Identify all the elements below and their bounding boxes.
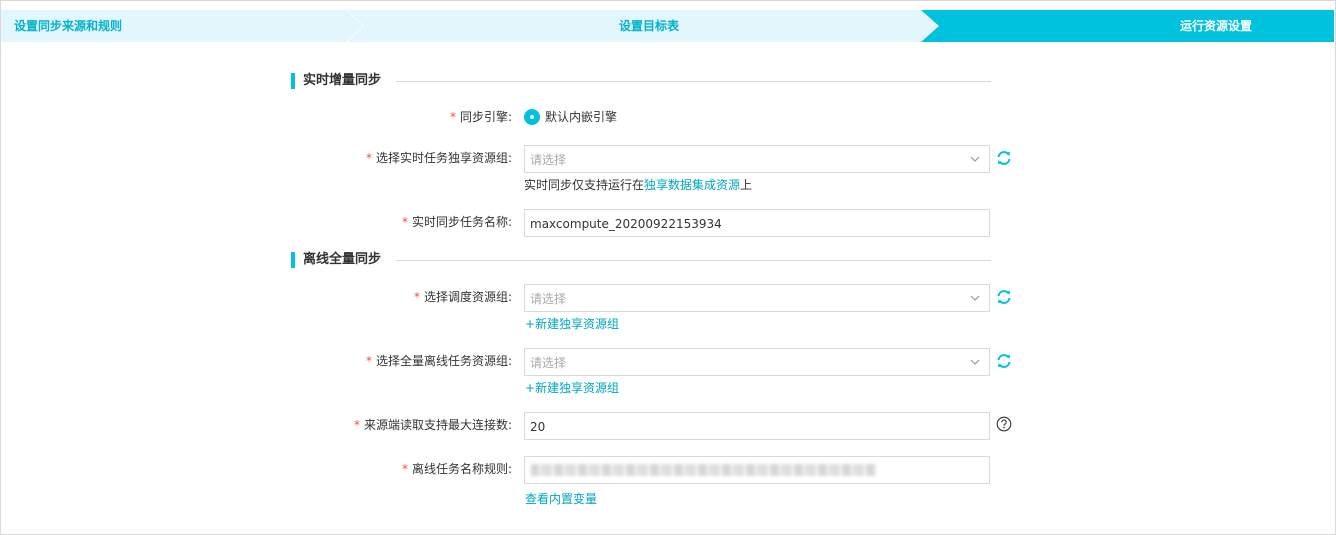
label-text: 实时同步任务名称: [411, 215, 512, 229]
required-mark: * [365, 151, 372, 165]
engine-option-label: 默认内嵌引擎 [545, 110, 618, 124]
required-mark: * [413, 290, 420, 304]
engine-label: * 同步引擎: [212, 109, 512, 125]
label-text: 同步引擎: [459, 110, 512, 124]
exclusive-resource-link[interactable]: 独享数据集成资源 [644, 178, 740, 192]
realtime-hint: 实时同步仅支持运行在独享数据集成资源上 [524, 177, 752, 193]
select-placeholder: 请选择 [530, 292, 567, 306]
redacted-value [531, 464, 876, 476]
refresh-icon[interactable] [995, 352, 1013, 370]
step-run-resources[interactable]: 运行资源设置 [921, 10, 1334, 42]
section-divider [396, 81, 991, 82]
new-exclusive-group-link[interactable]: +新建独享资源组 [525, 380, 619, 396]
refresh-icon[interactable] [995, 149, 1013, 167]
task-name-rule-input[interactable] [524, 456, 990, 484]
step-label: 运行资源设置 [1180, 19, 1253, 33]
help-icon[interactable] [996, 416, 1012, 432]
hint-text: 上 [740, 178, 753, 192]
label-text: 选择全量离线任务资源组: [375, 354, 512, 368]
new-exclusive-group-link[interactable]: +新建独享资源组 [525, 316, 619, 332]
section-accent-bar [291, 252, 295, 268]
section-title: 离线全量同步 [303, 252, 382, 267]
engine-radio[interactable] [524, 109, 540, 125]
refresh-icon[interactable] [995, 288, 1013, 306]
max-connections-label: * 来源端读取支持最大连接数: [212, 417, 512, 433]
step-target-table[interactable]: 设置目标表 [347, 10, 941, 42]
select-placeholder: 请选择 [530, 153, 567, 167]
section-title: 实时增量同步 [303, 73, 382, 88]
task-name-rule-label: * 离线任务名称规则: [212, 461, 512, 477]
realtime-resource-group-label: * 选择实时任务独享资源组: [212, 150, 512, 166]
hint-text: 实时同步仅支持运行在 [524, 178, 645, 192]
label-text: 离线任务名称规则: [411, 462, 512, 476]
required-mark: * [401, 215, 408, 229]
label-text: 来源端读取支持最大连接数: [363, 418, 512, 432]
label-text: 选择调度资源组: [423, 290, 512, 304]
input-value: 20 [530, 420, 546, 434]
required-mark: * [449, 110, 456, 124]
schedule-resource-group-label: * 选择调度资源组: [212, 289, 512, 305]
schedule-resource-group-select[interactable]: 请选择 [524, 284, 990, 312]
section-realtime-header: 实时增量同步 [291, 73, 991, 89]
chevron-down-icon [970, 295, 980, 301]
input-value: maxcompute_20200922153934 [530, 217, 722, 231]
max-connections-input[interactable]: 20 [524, 412, 990, 440]
wizard-steps: 设置同步来源和规则 设置目标表 运行资源设置 [1, 10, 1334, 42]
required-mark: * [401, 462, 408, 476]
select-placeholder: 请选择 [530, 356, 567, 370]
label-text: 选择实时任务独享资源组: [375, 151, 512, 165]
realtime-task-name-label: * 实时同步任务名称: [212, 214, 512, 230]
full-task-group-select[interactable]: 请选择 [524, 348, 990, 376]
view-builtin-variables-link[interactable]: 查看内置变量 [525, 491, 597, 507]
section-divider [396, 260, 991, 261]
required-mark: * [353, 418, 360, 432]
section-offline-header: 离线全量同步 [291, 252, 991, 268]
step-label: 设置同步来源和规则 [14, 19, 123, 33]
step-label: 设置目标表 [618, 19, 679, 33]
chevron-down-icon [970, 359, 980, 365]
realtime-resource-group-select[interactable]: 请选择 [524, 145, 990, 173]
section-accent-bar [291, 73, 295, 89]
required-mark: * [365, 354, 372, 368]
step-source-rules[interactable]: 设置同步来源和规则 [1, 10, 363, 42]
full-task-group-label: * 选择全量离线任务资源组: [212, 353, 512, 369]
chevron-down-icon [970, 156, 980, 162]
realtime-task-name-input[interactable]: maxcompute_20200922153934 [524, 209, 990, 237]
